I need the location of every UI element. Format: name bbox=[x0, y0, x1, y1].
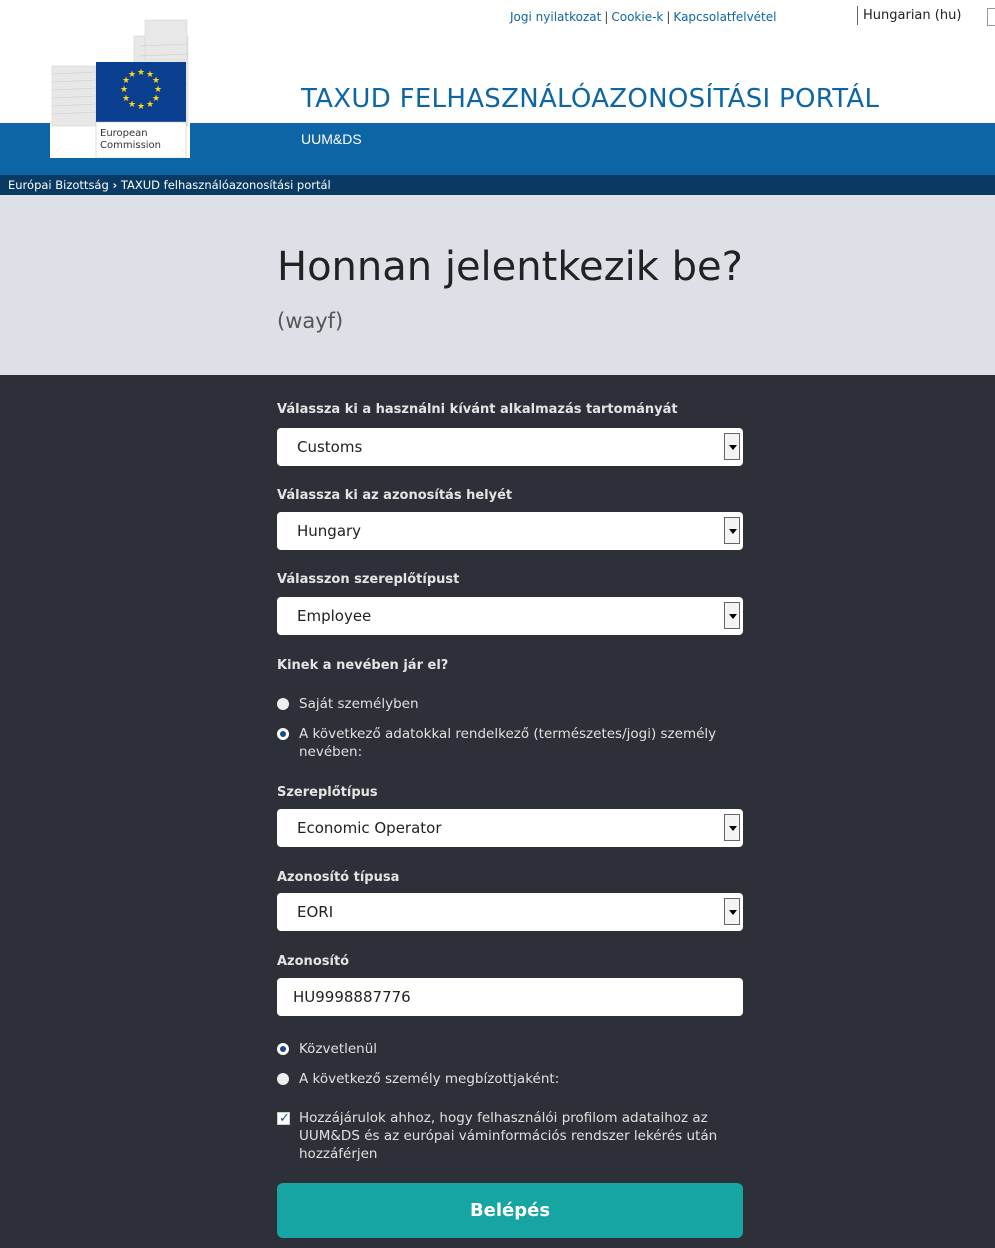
portal-subtitle: UUM&DS bbox=[301, 131, 362, 147]
location-label: Válassza ki az azonosítás helyét bbox=[277, 488, 513, 503]
dropdown-arrow-icon[interactable] bbox=[724, 898, 740, 925]
link-separator: | bbox=[666, 10, 671, 24]
actor-type-select[interactable]: Employee bbox=[277, 597, 743, 635]
breadcrumb: Európai Bizottság › TAXUD felhasználóazo… bbox=[0, 175, 995, 195]
language-selector-edge[interactable] bbox=[987, 8, 995, 26]
checkmark-icon: ✓ bbox=[279, 1111, 290, 1126]
id-input[interactable]: HU9998887776 bbox=[277, 978, 743, 1016]
portal-title: TAXUD FELHASZNÁLÓAZONOSÍTÁSI PORTÁL bbox=[301, 84, 880, 114]
consent-label: Hozzájárulok ahhoz, hogy felhasználói pr… bbox=[299, 1110, 718, 1162]
page-title-text: Honnan jelentkezik be? bbox=[277, 244, 743, 290]
id-type-select[interactable]: EORI bbox=[277, 893, 743, 931]
contact-link[interactable]: Kapcsolatfelvétel bbox=[673, 10, 776, 24]
breadcrumb-item-portal[interactable]: TAXUD felhasználóazonosítási portál bbox=[121, 178, 331, 192]
dropdown-arrow-icon[interactable] bbox=[724, 814, 740, 841]
location-select-value: Hungary bbox=[297, 522, 362, 540]
login-button[interactable]: Belépés bbox=[277, 1183, 743, 1238]
breadcrumb-chevron-icon: › bbox=[112, 178, 118, 192]
logo-text-line1: European bbox=[100, 128, 148, 139]
behalf-label: Kinek a nevében jár el? bbox=[277, 658, 449, 673]
page-header: ★ ★ ★ ★ ★ ★ ★ ★ ★ ★ ★ ★ European Commission Jogi… bbox=[0, 0, 995, 175]
radio-button-checked[interactable] bbox=[277, 1043, 289, 1055]
role-label: Szereplőtípus bbox=[277, 785, 378, 800]
radio-button-checked[interactable] bbox=[277, 728, 289, 740]
domain-select[interactable]: Customs bbox=[277, 428, 743, 466]
link-separator: | bbox=[604, 10, 609, 24]
domain-select-value: Customs bbox=[297, 438, 363, 456]
svg-text:★: ★ bbox=[137, 68, 145, 78]
actor-type-label: Válasszon szereplőtípust bbox=[277, 572, 460, 587]
cookies-link[interactable]: Cookie-k bbox=[611, 10, 663, 24]
page-title: Honnan jelentkezik be? (wayf) bbox=[277, 243, 757, 345]
top-links: Jogi nyilatkozat | Cookie-k | Kapcsolatfelvé… bbox=[510, 10, 776, 24]
svg-text:★: ★ bbox=[146, 100, 154, 110]
legal-notice-link[interactable]: Jogi nyilatkozat bbox=[510, 10, 601, 24]
language-selector[interactable]: Hungarian (hu) bbox=[857, 6, 967, 25]
consent-checkbox[interactable]: ✓ bbox=[277, 1111, 290, 1126]
svg-text:★: ★ bbox=[122, 94, 130, 104]
mode-option-proxy-label: A következő személy megbízottjaként: bbox=[299, 1071, 560, 1087]
european-commission-logo[interactable]: ★ ★★ ★★★ ★★★ ★★★ European Commission bbox=[50, 16, 190, 158]
behalf-option-other-label: A következő adatokkal rendelkező (termés… bbox=[299, 726, 717, 760]
svg-text:★: ★ bbox=[137, 102, 145, 112]
id-type-select-value: EORI bbox=[297, 903, 334, 921]
id-input-value: HU9998887776 bbox=[293, 988, 411, 1006]
id-label: Azonosító bbox=[277, 954, 350, 969]
dropdown-arrow-icon[interactable] bbox=[724, 602, 740, 629]
logo-text-line2: Commission bbox=[100, 140, 161, 151]
mode-option-direct-label: Közvetlenül bbox=[299, 1041, 378, 1057]
dropdown-arrow-icon[interactable] bbox=[724, 433, 740, 460]
role-select-value: Economic Operator bbox=[297, 819, 442, 837]
radio-button[interactable] bbox=[277, 698, 289, 710]
page-title-tag: (wayf) bbox=[277, 309, 344, 333]
role-select[interactable]: Economic Operator bbox=[277, 809, 743, 847]
actor-type-select-value: Employee bbox=[297, 607, 372, 625]
svg-text:★: ★ bbox=[120, 85, 128, 95]
radio-button[interactable] bbox=[277, 1073, 289, 1085]
location-select[interactable]: Hungary bbox=[277, 512, 743, 550]
dropdown-arrow-icon[interactable] bbox=[724, 517, 740, 544]
domain-label: Válassza ki a használni kívánt alkalmazá… bbox=[277, 402, 678, 417]
breadcrumb-item-commission[interactable]: Európai Bizottság bbox=[8, 178, 109, 192]
svg-text:★: ★ bbox=[128, 70, 136, 80]
hero-section: Honnan jelentkezik be? (wayf) bbox=[0, 195, 995, 375]
id-type-label: Azonosító típusa bbox=[277, 870, 400, 885]
behalf-option-self-label: Saját személyben bbox=[299, 696, 419, 712]
